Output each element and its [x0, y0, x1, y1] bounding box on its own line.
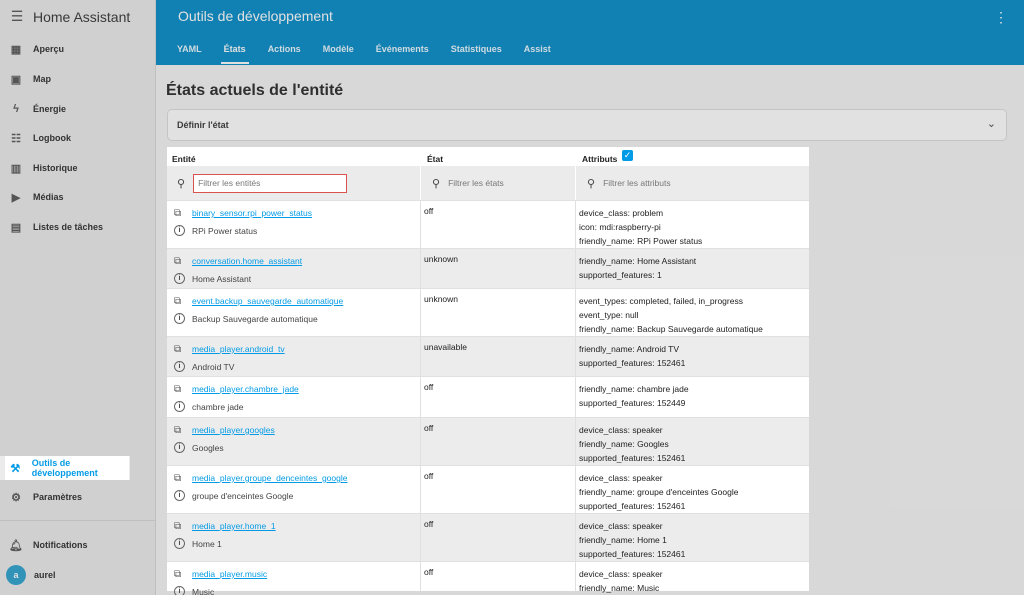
entity-attributes: device_class: problem icon: mdi:raspberry…	[579, 208, 703, 246]
copy-icon[interactable]: ⧉	[174, 296, 185, 307]
entity-id-link[interactable]: media_player.home_1	[192, 521, 276, 531]
entity-state: unavailable	[424, 342, 468, 352]
entity-id-link[interactable]: media_player.android_tv	[192, 344, 285, 354]
copy-icon[interactable]: ⧉	[174, 344, 185, 355]
entity-attributes: device_class: speaker friendly_name: Goog…	[579, 425, 686, 463]
info-icon[interactable]: i	[174, 442, 185, 453]
copy-icon[interactable]: ⧉	[174, 425, 185, 436]
entity-attributes: friendly_name: Home Assistant supported_f…	[579, 256, 697, 280]
table-row: ⧉ conversation.home_assistant i Home Ass…	[167, 248, 809, 288]
entity-name: Home Assistant	[192, 274, 252, 284]
copy-icon[interactable]: ⧉	[174, 473, 185, 484]
info-icon[interactable]: i	[174, 490, 185, 501]
hammer-icon: ⚒	[10, 462, 21, 475]
table-row: ⧉ media_player.home_1 i Home 1 off devic…	[167, 513, 809, 561]
entity-id-link[interactable]: conversation.home_assistant	[192, 256, 302, 266]
entity-name: chambre jade	[192, 402, 244, 412]
entity-attributes: device_class: speaker friendly_name: Musi…	[579, 569, 663, 593]
info-icon[interactable]: i	[174, 361, 185, 372]
entity-id-link[interactable]: media_player.googles	[192, 425, 275, 435]
info-icon[interactable]: i	[174, 273, 185, 284]
entity-attributes: event_types: completed, failed, in_progr…	[579, 296, 763, 334]
info-icon[interactable]: i	[174, 313, 185, 324]
filter-row: ⚲ ⚲ ⚲	[167, 166, 809, 200]
entity-name: RPi Power status	[192, 226, 258, 236]
header-attributes: Attributs	[582, 154, 618, 164]
copy-icon[interactable]: ⧉	[174, 569, 185, 580]
entity-filter-input[interactable]	[193, 173, 348, 193]
table-row: ⧉ media_player.android_tv i Android TV u…	[167, 336, 809, 376]
copy-icon[interactable]: ⧉	[174, 384, 185, 395]
state-filter: ⚲	[432, 166, 579, 200]
sidebar-item-dev-tools[interactable]: ⚒ Outils de développement	[5, 456, 129, 480]
info-icon[interactable]: i	[174, 225, 185, 236]
entity-name: Android TV	[192, 362, 235, 372]
header-entity: Entité	[172, 154, 196, 164]
entity-state: off	[424, 382, 434, 392]
info-icon[interactable]: i	[174, 538, 185, 549]
entity-state: off	[424, 519, 434, 529]
entity-name: Backup Sauvegarde automatique	[192, 314, 318, 324]
states-table: Entité État Attributs ✓ ⚲ ⚲ ⚲ ⧉ binary_s…	[167, 147, 809, 595]
attributes-filter-input[interactable]	[603, 178, 734, 188]
entity-id-link[interactable]: media_player.chambre_jade	[192, 384, 299, 394]
entity-attributes: device_class: speaker friendly_name: grou…	[579, 473, 739, 511]
header-state: État	[427, 154, 444, 164]
attributes-filter: ⚲	[587, 166, 734, 200]
entity-name: groupe d'enceintes Google	[192, 491, 294, 501]
copy-icon[interactable]: ⧉	[174, 208, 185, 219]
table-row: ⧉ media_player.googles i Googles off dev…	[167, 417, 809, 465]
entity-attributes: friendly_name: Android TV supported_featu…	[579, 344, 686, 368]
search-icon: ⚲	[587, 177, 596, 190]
entity-id-link[interactable]: binary_sensor.rpi_power_status	[192, 208, 312, 218]
entity-state: off	[424, 471, 434, 481]
entity-attributes: device_class: speaker friendly_name: Home…	[579, 521, 686, 559]
table-header: Entité État Attributs ✓	[167, 147, 809, 166]
entity-state: off	[424, 567, 434, 577]
table-row: ⧉ media_player.groupe_denceintes_google …	[167, 465, 809, 513]
entity-state: off	[424, 423, 434, 433]
entity-name: Googles	[192, 443, 224, 453]
entity-attributes: friendly_name: chambre jade supported_fea…	[579, 384, 689, 408]
state-filter-input[interactable]	[448, 178, 579, 188]
entity-filter: ⚲	[177, 166, 348, 200]
entity-id-link[interactable]: media_player.groupe_denceintes_google	[192, 473, 347, 483]
copy-icon[interactable]: ⧉	[174, 256, 185, 267]
entity-name: Music	[192, 587, 215, 595]
table-row: ⧉ media_player.chambre_jade i chambre ja…	[167, 376, 809, 417]
info-icon[interactable]: i	[174, 586, 185, 595]
table-row: ⧉ media_player.music i Music off device_…	[167, 561, 809, 595]
entity-state: unknown	[424, 294, 459, 304]
copy-icon[interactable]: ⧉	[174, 521, 185, 532]
search-icon: ⚲	[432, 177, 441, 190]
entity-name: Home 1	[192, 539, 222, 549]
entity-state: unknown	[424, 254, 459, 264]
entity-id-link[interactable]: media_player.music	[192, 569, 267, 579]
table-rows: ⧉ binary_sensor.rpi_power_status i RPi P…	[167, 200, 809, 595]
entity-id-link[interactable]: event.backup_sauvegarde_automatique	[192, 296, 343, 306]
table-row: ⧉ binary_sensor.rpi_power_status i RPi P…	[167, 200, 809, 248]
entity-state: off	[424, 206, 434, 216]
table-row: ⧉ event.backup_sauvegarde_automatique i …	[167, 288, 809, 336]
info-icon[interactable]: i	[174, 401, 185, 412]
search-icon: ⚲	[177, 177, 186, 190]
attributes-checkbox[interactable]: ✓	[622, 150, 633, 161]
